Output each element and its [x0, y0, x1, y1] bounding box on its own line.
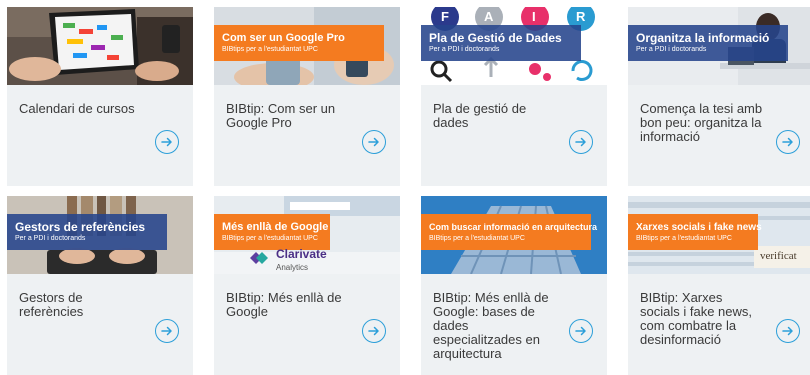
- arrow-right-icon: [575, 137, 586, 147]
- card-mes-enlla-google[interactable]: Més enllà de Google BIBtips per a l'estu…: [214, 196, 400, 375]
- banner-title: Organitza la informació: [636, 30, 770, 45]
- arrow-right-icon: [161, 326, 172, 336]
- banner-title: Com ser un Google Pro: [222, 31, 345, 44]
- card-google-pro[interactable]: Com ser un Google Pro BIBtips per a l'es…: [214, 7, 400, 186]
- banner-gestors: Gestors de referències Per a PDI i docto…: [7, 214, 167, 250]
- arrow-right-icon: [782, 137, 793, 147]
- thumbnail-organitza: Organitza la informació Per a PDI i doct…: [628, 7, 810, 85]
- card-title: Pla de gestió de dades: [433, 101, 527, 130]
- banner-title: Pla de Gestió de Dades: [429, 30, 562, 45]
- arrow-right-icon: [161, 137, 172, 147]
- arrow-right-icon: [368, 137, 379, 147]
- banner-subtitle: Per a PDI i doctorands: [429, 45, 500, 53]
- fair-letter-f: F: [441, 9, 449, 24]
- open-arrow-button[interactable]: [362, 319, 386, 343]
- banner-title: Xarxes socials i fake news: [636, 221, 762, 233]
- open-arrow-button[interactable]: [569, 130, 593, 154]
- thumbnail-arquitectura: Com buscar informació en arquitectura BI…: [421, 196, 607, 274]
- card-pla-gestio-dades[interactable]: F A I R Pla de Gestió de Dades Per a PDI…: [421, 7, 607, 186]
- card-title: BIBtip: Més enllà de Google: bases de da…: [433, 290, 549, 361]
- open-arrow-button[interactable]: [776, 319, 800, 343]
- banner-subtitle: BIBtips per a l'estudiantat UPC: [222, 234, 318, 242]
- banner-mes-enlla: Més enllà de Google BIBtips per a l'estu…: [214, 214, 330, 250]
- card-fake-news[interactable]: Xarxes socials i fake news BIBtips per a…: [628, 196, 810, 375]
- banner-arquitectura: Com buscar informació en arquitectura BI…: [421, 214, 598, 250]
- banner-subtitle: Per a PDI i doctorands: [15, 234, 86, 242]
- open-arrow-button[interactable]: [362, 130, 386, 154]
- card-title: BIBtip: Com ser un Google Pro: [226, 101, 336, 130]
- thumbnail-gestors: Gestors de referències Per a PDI i docto…: [7, 196, 193, 274]
- thumbnail-fair-data: F A I R Pla de Gestió de Dades Per a PDI…: [421, 7, 607, 85]
- card-gestors-referencies[interactable]: Gestors de referències Per a PDI i docto…: [7, 196, 193, 375]
- card-title: Calendari de cursos: [19, 101, 135, 116]
- thumbnail-mes-enlla-google: Més enllà de Google BIBtips per a l'estu…: [214, 196, 400, 274]
- brand-name: Clarivate: [276, 247, 327, 261]
- card-arquitectura[interactable]: Com buscar informació en arquitectura BI…: [421, 196, 607, 375]
- banner-organitza: Organitza la informació Per a PDI i doct…: [628, 25, 788, 61]
- card-calendari-cursos[interactable]: Calendari de cursos: [7, 7, 193, 186]
- arrow-right-icon: [782, 326, 793, 336]
- fair-letter-r: R: [576, 9, 586, 24]
- clarivate-logo-text: Clarivate Analytics: [276, 248, 327, 274]
- arrow-right-icon: [368, 326, 379, 336]
- fair-letter-i: I: [532, 9, 536, 24]
- card-title: BIBtip: Més enllà de Google: [226, 290, 342, 319]
- card-title: BIBtip: Xarxes socials i fake news, com …: [640, 290, 752, 347]
- banner-fake-news: Xarxes socials i fake news BIBtips per a…: [628, 214, 762, 250]
- card-title: Gestors de referències: [19, 290, 84, 319]
- fair-letter-a: A: [484, 9, 494, 24]
- course-grid: Calendari de cursos Com ser un Google Pr…: [0, 0, 810, 375]
- banner-subtitle: BIBtips per a l'estudiantat UPC: [429, 234, 525, 242]
- banner-subtitle: BIBtips per a l'estudiantat UPC: [222, 45, 318, 53]
- verificat-stamp: verificat: [760, 250, 797, 262]
- banner-title: Més enllà de Google: [222, 220, 329, 233]
- open-arrow-button[interactable]: [569, 319, 593, 343]
- thumbnail-laptop-calendar: [7, 7, 193, 85]
- card-title: Comença la tesi amb bon peu: organitza l…: [640, 101, 763, 144]
- banner-subtitle: Per a PDI i doctorands: [636, 45, 707, 53]
- open-arrow-button[interactable]: [776, 130, 800, 154]
- arrow-right-icon: [575, 326, 586, 336]
- thumbnail-google-pro: Com ser un Google Pro BIBtips per a l'es…: [214, 7, 400, 85]
- banner-google-pro: Com ser un Google Pro BIBtips per a l'es…: [214, 25, 384, 61]
- open-arrow-button[interactable]: [155, 130, 179, 154]
- card-organitza-informacio[interactable]: Organitza la informació Per a PDI i doct…: [628, 7, 810, 186]
- banner-title: Gestors de referències: [15, 219, 146, 234]
- banner-title: Com buscar informació en arquitectura: [429, 221, 598, 232]
- open-arrow-button[interactable]: [155, 319, 179, 343]
- thumbnail-fake-news: Xarxes socials i fake news BIBtips per a…: [628, 196, 810, 274]
- brand-sub: Analytics: [276, 263, 309, 272]
- banner-subtitle: BIBtips per a l'estudiantat UPC: [636, 234, 732, 242]
- banner-pla-gestio: Pla de Gestió de Dades Per a PDI i docto…: [421, 25, 581, 61]
